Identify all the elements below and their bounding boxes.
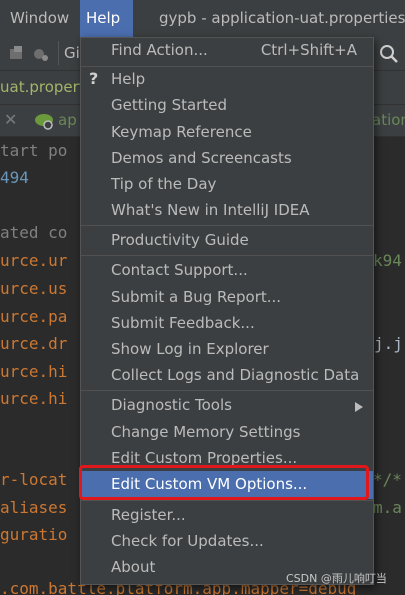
nav-file-crumb[interactable]: uat.properti <box>0 78 89 96</box>
menu-item-check-updates[interactable]: Check for Updates... <box>81 529 373 555</box>
menu-item-submit-bug[interactable]: Submit a Bug Report... <box>81 285 373 311</box>
menu-item-tip-of-day-label: Tip of the Day <box>111 175 217 193</box>
menu-item-productivity-guide[interactable]: Productivity Guide <box>81 228 373 254</box>
menu-item-keymap-reference-label: Keymap Reference <box>111 123 252 141</box>
spring-leaf-icon <box>35 114 53 130</box>
menu-separator <box>81 390 373 391</box>
tab-right-partial[interactable]: ation <box>372 111 405 129</box>
menu-item-about-label: About <box>111 558 156 576</box>
tab-application[interactable]: ap <box>58 111 77 129</box>
menu-item-contact-support[interactable]: Contact Support... <box>81 258 373 284</box>
menu-item-collect-logs-label: Collect Logs and Diagnostic Data <box>111 366 360 384</box>
code-line-7: urce.pa <box>0 307 68 326</box>
code-line-5: urce.ur <box>0 251 68 270</box>
menu-item-submit-feedback[interactable]: Submit Feedback... <box>81 311 373 337</box>
menu-item-diagnostic-tools[interactable]: Diagnostic Tools <box>81 393 373 419</box>
close-tab-icon[interactable]: ✕ <box>4 110 17 129</box>
code-right-3: */* <box>373 470 402 489</box>
menu-item-productivity-guide-label: Productivity Guide <box>111 231 249 249</box>
menu-item-change-memory-label: Change Memory Settings <box>111 423 301 441</box>
menu-item-demos[interactable]: Demos and Screencasts <box>81 146 373 172</box>
menu-item-help[interactable]: ? Help <box>81 67 373 93</box>
build-icon[interactable] <box>8 45 26 63</box>
menu-item-register[interactable]: Register... <box>81 503 373 529</box>
menu-item-whats-new-label: What's New in IntelliJ IDEA <box>111 201 310 219</box>
menu-item-collect-logs[interactable]: Collect Logs and Diagnostic Data <box>81 363 373 389</box>
menu-item-whats-new[interactable]: What's New in IntelliJ IDEA <box>81 198 373 224</box>
menu-item-check-updates-label: Check for Updates... <box>111 532 264 550</box>
code-line-1: tart po <box>0 141 68 160</box>
menu-item-register-label: Register... <box>111 506 186 524</box>
menu-bar: Window Help gypb - application-uat.prope… <box>0 0 405 38</box>
menu-window[interactable]: Window <box>10 9 69 27</box>
help-menu: Find Action... Ctrl+Shift+A ? Help Getti… <box>80 37 374 585</box>
menu-item-tip-of-day[interactable]: Tip of the Day <box>81 172 373 198</box>
run-config-icon[interactable] <box>32 46 50 64</box>
menu-item-demos-label: Demos and Screencasts <box>111 149 292 167</box>
annotation-highlight-box <box>79 465 369 500</box>
menu-item-help-label: Help <box>111 70 146 88</box>
code-line-9: urce.hi <box>0 362 68 381</box>
code-line-13: r-locat <box>0 470 68 489</box>
menu-help-active[interactable]: Help <box>80 0 133 37</box>
question-icon: ? <box>89 69 99 88</box>
menu-separator <box>81 500 373 501</box>
code-line-8: urce.dr <box>0 334 68 353</box>
menu-item-diagnostic-tools-label: Diagnostic Tools <box>111 396 232 414</box>
code-right-4: m.a <box>373 498 402 517</box>
code-right-2: j.j <box>374 334 403 353</box>
code-line-10: urce.hi <box>0 389 68 408</box>
menu-item-keymap-reference[interactable]: Keymap Reference <box>81 120 373 146</box>
menu-item-find-action-label: Find Action... <box>111 41 208 59</box>
menu-item-change-memory[interactable]: Change Memory Settings <box>81 420 373 446</box>
menu-separator <box>81 255 373 256</box>
watermark: CSDN @雨儿响叮当 <box>286 572 387 585</box>
code-right-1: k94 <box>373 251 402 270</box>
git-label[interactable]: Gi <box>64 44 80 62</box>
menu-item-getting-started-label: Getting Started <box>111 96 227 114</box>
menu-item-submit-feedback-label: Submit Feedback... <box>111 314 255 332</box>
menu-item-find-action[interactable]: Find Action... Ctrl+Shift+A <box>81 38 373 64</box>
menu-help-label: Help <box>86 9 121 27</box>
code-line-4: ated co <box>0 223 68 242</box>
code-line-6: urce.us <box>0 279 68 298</box>
menu-item-submit-bug-label: Submit a Bug Report... <box>111 288 282 306</box>
search-icon[interactable] <box>379 44 399 64</box>
code-line-15: guratio <box>0 525 68 544</box>
menu-item-getting-started[interactable]: Getting Started <box>81 93 373 119</box>
menu-item-show-log-label: Show Log in Explorer <box>111 340 269 358</box>
menu-item-contact-support-label: Contact Support... <box>111 261 248 279</box>
submenu-arrow-icon <box>355 402 363 412</box>
code-line-14: aliases <box>0 498 68 517</box>
menu-separator <box>81 225 373 226</box>
menu-item-find-action-shortcut: Ctrl+Shift+A <box>260 41 357 59</box>
window-title: gypb - application-uat.properties <box>159 9 405 27</box>
code-line-2: 494 <box>0 168 29 187</box>
menu-item-show-log[interactable]: Show Log in Explorer <box>81 337 373 363</box>
